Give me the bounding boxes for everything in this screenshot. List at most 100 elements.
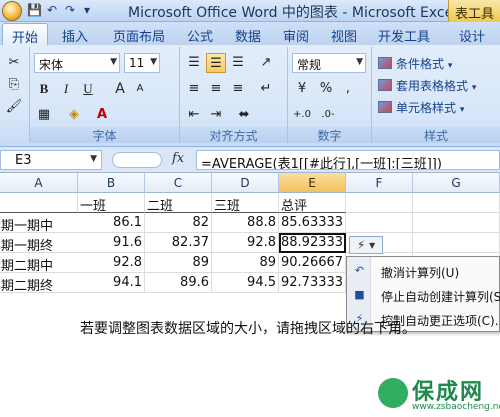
tab-design[interactable]: 设计 [448,23,496,45]
row-label: 学期一期终 [0,239,54,253]
table-cell[interactable]: 82 [145,213,212,233]
increase-indent-icon[interactable]: ⇥ [206,105,226,125]
cell-styles-label: 单元格样式 [396,101,457,115]
column-header-e[interactable]: E [279,173,346,193]
office-button[interactable] [2,1,22,21]
number-format-combo[interactable]: 常规 ▼ [292,53,366,73]
underline-button[interactable]: U [78,79,98,99]
tab-data[interactable]: 数据 [226,23,270,45]
orientation-icon[interactable]: ↗ [256,53,276,73]
currency-icon[interactable]: ¥ [292,79,312,99]
align-middle-icon[interactable]: ☰ [206,53,226,73]
increase-decimal-icon[interactable]: +.0 [292,105,312,125]
align-left-icon[interactable]: ≡ [184,79,204,99]
grow-font-button[interactable]: A [110,79,130,99]
menu-item-undo-calculated-column[interactable]: ↶ 撤消计算列(U) [347,259,500,283]
copy-icon[interactable]: ⎘ [4,75,24,95]
table-cell[interactable]: 92.8 [78,253,145,273]
autocorrect-smart-tag[interactable]: ⚡ ▾ [349,236,383,254]
align-top-icon[interactable]: ☰ [184,53,204,73]
table-header-cell[interactable]: 三班 [212,193,279,213]
insert-function-icon[interactable]: fx [172,151,184,166]
tab-page-layout[interactable]: 页面布局 [104,23,174,45]
bold-button[interactable]: B [34,79,54,99]
table-cell[interactable]: 91.6 [78,233,145,253]
table-format-button[interactable]: 套用表格格式 ▾ [378,77,476,94]
column-header-c[interactable]: C [145,173,212,193]
table-cell[interactable]: 85.63333 [279,213,346,233]
table-cell[interactable]: 89.6 [145,273,212,293]
font-name-value: 宋体 [39,58,64,72]
empty-cell[interactable] [413,233,500,253]
border-icon[interactable]: ▦ [34,105,54,125]
empty-cell[interactable] [413,193,500,213]
font-group-label: 字体 [30,127,179,143]
row-label-cell[interactable]: 学期一期中 [0,213,78,233]
font-color-icon[interactable]: A [92,105,112,125]
empty-cell[interactable] [346,193,413,213]
menu-item-stop-auto-calculated-columns[interactable]: ■ 停止自动创建计算列(S) [347,283,500,307]
table-header-cell[interactable]: 总评 [279,193,346,213]
format-painter-icon[interactable]: 🖌 [4,97,24,117]
italic-button[interactable]: I [56,79,76,99]
tab-view[interactable]: 视图 [322,23,366,45]
formula-input[interactable]: =AVERAGE(表1[[#此行],[一班]:[三班]]) [196,150,500,170]
row-label-cell[interactable]: 学期一期终 [0,233,78,253]
comma-button[interactable]: , [338,79,358,99]
column-header-f[interactable]: F [346,173,413,193]
align-bottom-icon[interactable]: ☰ [228,53,248,73]
cell-styles-icon [378,101,392,113]
row-label-cell[interactable]: 学期二期终 [0,273,78,293]
percent-button[interactable]: % [316,79,336,99]
active-cell-e3[interactable]: 88.92333 [279,233,346,253]
row-label-cell[interactable]: 学期二期中 [0,253,78,273]
table-cell[interactable]: 89 [145,253,212,273]
wrap-text-icon[interactable]: ↵ [256,79,276,99]
font-name-combo[interactable]: 宋体 ▼ [34,53,120,73]
align-center-icon[interactable]: ≡ [206,79,226,99]
column-header-b[interactable]: B [78,173,145,193]
empty-cell[interactable] [413,213,500,233]
table-cell[interactable]: 82.37 [145,233,212,253]
name-box[interactable]: E3 ▼ [0,150,102,170]
table-cell[interactable]: 92.8 [212,233,279,253]
save-icon[interactable]: 💾 [27,3,42,19]
table-cell[interactable]: 88.8 [212,213,279,233]
table-cell[interactable]: 94.5 [212,273,279,293]
tab-developer[interactable]: 开发工具 [370,23,438,45]
cell-styles-button[interactable]: 单元格样式 ▾ [378,99,464,116]
merge-center-icon[interactable]: ⬌ [234,105,254,125]
font-size-combo[interactable]: 11 ▼ [124,53,160,73]
align-right-icon[interactable]: ≡ [228,79,248,99]
tab-formulas[interactable]: 公式 [178,23,222,45]
styles-group: 条件格式 ▾ 套用表格格式 ▾ 单元格样式 ▾ 样式 [372,47,500,143]
tab-review[interactable]: 审阅 [274,23,318,45]
row-label: 学期二期终 [0,279,54,293]
context-tab-table-tools[interactable]: 表工具 [448,0,500,22]
column-header-g[interactable]: G [413,173,500,193]
column-header-d[interactable]: D [212,173,279,193]
customize-qat-icon[interactable]: ▾ [84,3,90,19]
shrink-font-button[interactable]: A [130,79,150,99]
column-header-a[interactable]: A [0,173,78,193]
empty-cell[interactable] [346,213,413,233]
decrease-indent-icon[interactable]: ⇤ [184,105,204,125]
tab-home[interactable]: 开始 [2,23,48,46]
decrease-decimal-icon[interactable]: .0- [318,105,338,125]
conditional-format-button[interactable]: 条件格式 ▾ [378,55,452,72]
cut-icon[interactable]: ✂ [4,53,24,73]
fill-color-icon[interactable]: ◈ [64,105,84,125]
table-header-cell[interactable] [0,193,78,213]
table-cell[interactable]: 92.73333 [279,273,346,293]
table-header-cell[interactable]: 二班 [145,193,212,213]
table-cell[interactable]: 90.26667 [279,253,346,273]
formula-bar-expand-handle[interactable] [112,152,162,168]
redo-icon[interactable]: ↷ [65,3,75,19]
table-cell[interactable]: 94.1 [78,273,145,293]
table-cell[interactable]: 86.1 [78,213,145,233]
undo-icon[interactable]: ↶ [47,3,57,19]
tab-insert[interactable]: 插入 [52,23,98,45]
table-cell[interactable]: 89 [212,253,279,273]
chevron-down-icon[interactable]: ▼ [90,154,97,164]
table-header-cell[interactable]: 一班 [78,193,145,213]
